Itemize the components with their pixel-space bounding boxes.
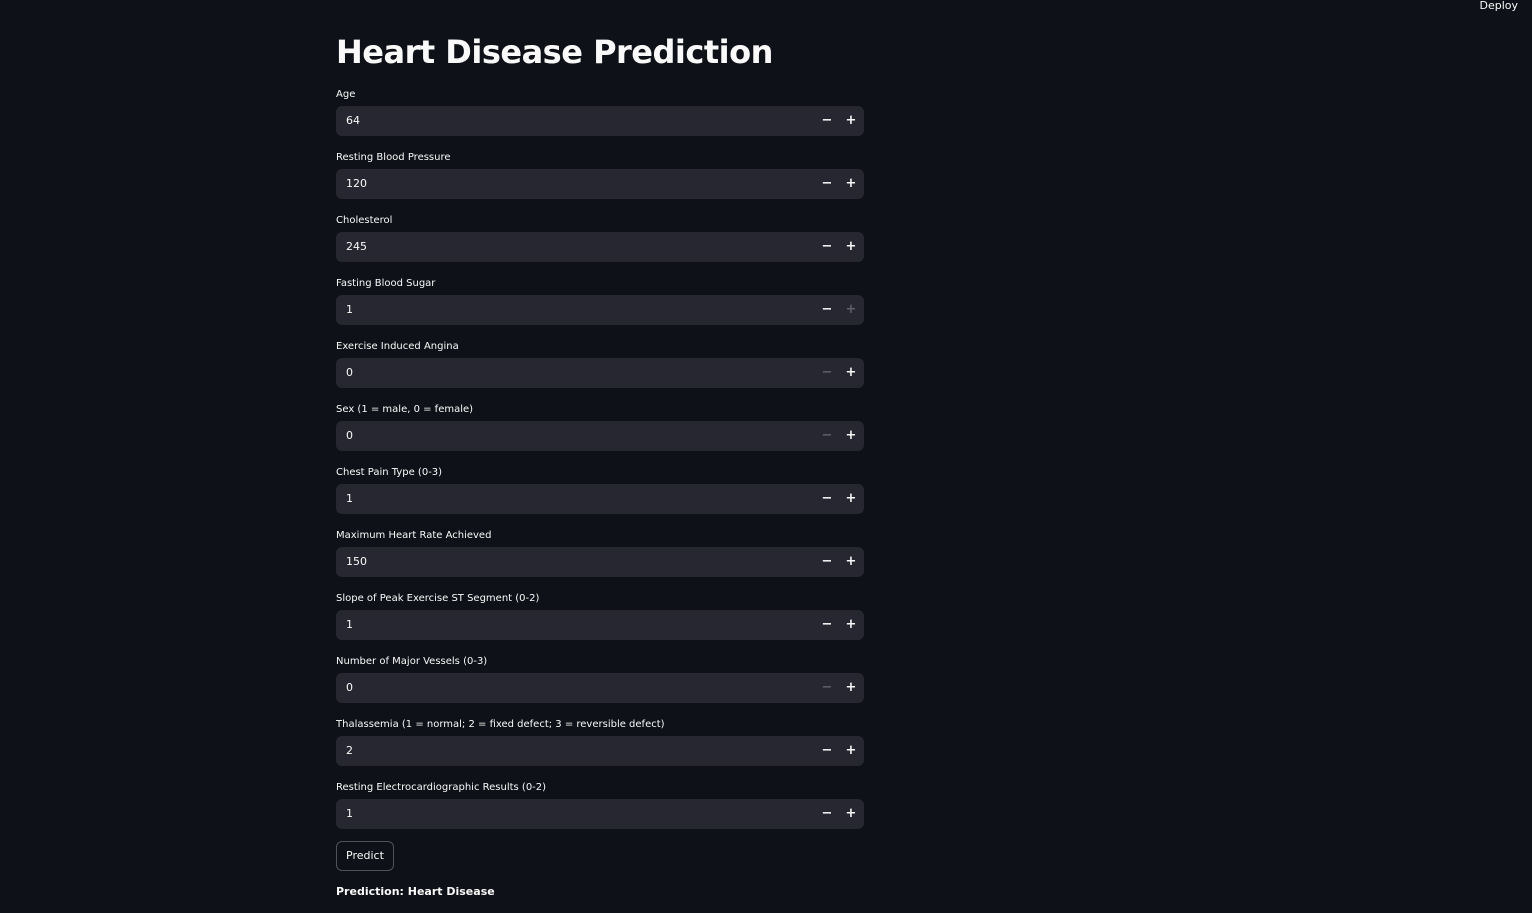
- field-label: Chest Pain Type (0-3): [336, 467, 443, 478]
- number-input[interactable]: 1 − +: [336, 484, 864, 514]
- predict-button[interactable]: Predict: [336, 841, 394, 871]
- number-input[interactable]: 1 − +: [336, 610, 864, 640]
- increment-button[interactable]: +: [839, 484, 863, 514]
- increment-button[interactable]: +: [839, 736, 863, 766]
- number-input[interactable]: 0 − +: [336, 421, 864, 451]
- decrement-button[interactable]: −: [815, 736, 839, 766]
- number-field: Resting Electrocardiographic Results (0-…: [336, 781, 864, 844]
- number-input-value[interactable]: 1: [346, 484, 353, 514]
- number-input[interactable]: 120 − +: [336, 169, 864, 199]
- prediction-result: Prediction: Heart Disease: [336, 885, 495, 898]
- number-input-value[interactable]: 1: [346, 610, 353, 640]
- increment-button[interactable]: +: [839, 547, 863, 577]
- number-input-value[interactable]: 64: [346, 106, 360, 136]
- field-label: Resting Blood Pressure: [336, 152, 451, 163]
- number-input[interactable]: 64 − +: [336, 106, 864, 136]
- decrement-button[interactable]: −: [815, 358, 839, 388]
- number-field: Chest Pain Type (0-3) 1 − +: [336, 466, 864, 529]
- number-input-value[interactable]: 0: [346, 358, 353, 388]
- page-title: Heart Disease Prediction: [336, 33, 773, 71]
- field-label: Exercise Induced Angina: [336, 341, 459, 352]
- decrement-button[interactable]: −: [815, 106, 839, 136]
- increment-button[interactable]: +: [839, 295, 863, 325]
- number-input-value[interactable]: 0: [346, 421, 353, 451]
- increment-button[interactable]: +: [839, 421, 863, 451]
- increment-button[interactable]: +: [839, 106, 863, 136]
- number-input-value[interactable]: 150: [346, 547, 367, 577]
- increment-button[interactable]: +: [839, 358, 863, 388]
- increment-button[interactable]: +: [839, 169, 863, 199]
- number-input[interactable]: 2 − +: [336, 736, 864, 766]
- number-input[interactable]: 150 − +: [336, 547, 864, 577]
- field-label: Slope of Peak Exercise ST Segment (0-2): [336, 593, 540, 604]
- field-label: Thalassemia (1 = normal; 2 = fixed defec…: [336, 719, 665, 730]
- field-label: Age: [336, 89, 356, 100]
- deploy-button[interactable]: Deploy: [1479, 0, 1518, 12]
- decrement-button[interactable]: −: [815, 421, 839, 451]
- decrement-button[interactable]: −: [815, 232, 839, 262]
- field-label: Resting Electrocardiographic Results (0-…: [336, 782, 547, 793]
- field-label: Cholesterol: [336, 215, 393, 226]
- number-input[interactable]: 0 − +: [336, 358, 864, 388]
- decrement-button[interactable]: −: [815, 673, 839, 703]
- number-field: Maximum Heart Rate Achieved 150 − +: [336, 529, 864, 592]
- number-input-value[interactable]: 2: [346, 736, 353, 766]
- number-input[interactable]: 245 − +: [336, 232, 864, 262]
- number-field: Number of Major Vessels (0-3) 0 − +: [336, 655, 864, 718]
- number-field: Slope of Peak Exercise ST Segment (0-2) 1…: [336, 592, 864, 655]
- number-input-value[interactable]: 245: [346, 232, 367, 262]
- decrement-button[interactable]: −: [815, 610, 839, 640]
- number-input-value[interactable]: 1: [346, 799, 353, 829]
- field-label: Number of Major Vessels (0-3): [336, 656, 488, 667]
- field-label: Maximum Heart Rate Achieved: [336, 530, 492, 541]
- number-input[interactable]: 1 − +: [336, 295, 864, 325]
- increment-button[interactable]: +: [839, 232, 863, 262]
- number-input-value[interactable]: 120: [346, 169, 367, 199]
- number-input[interactable]: 1 − +: [336, 799, 864, 829]
- number-input[interactable]: 0 − +: [336, 673, 864, 703]
- decrement-button[interactable]: −: [815, 799, 839, 829]
- number-field: Sex (1 = male, 0 = female) 0 − +: [336, 403, 864, 466]
- number-input-value[interactable]: 0: [346, 673, 353, 703]
- decrement-button[interactable]: −: [815, 169, 839, 199]
- number-field: Cholesterol 245 − +: [336, 214, 864, 277]
- field-label: Sex (1 = male, 0 = female): [336, 404, 474, 415]
- increment-button[interactable]: +: [839, 799, 863, 829]
- decrement-button[interactable]: −: [815, 295, 839, 325]
- number-field: Fasting Blood Sugar 1 − +: [336, 277, 864, 340]
- number-input-value[interactable]: 1: [346, 295, 353, 325]
- number-field: Exercise Induced Angina 0 − +: [336, 340, 864, 403]
- number-field: Resting Blood Pressure 120 − +: [336, 151, 864, 214]
- increment-button[interactable]: +: [839, 610, 863, 640]
- number-field: Age 64 − +: [336, 88, 864, 151]
- number-field: Thalassemia (1 = normal; 2 = fixed defec…: [336, 718, 864, 781]
- decrement-button[interactable]: −: [815, 484, 839, 514]
- decrement-button[interactable]: −: [815, 547, 839, 577]
- field-label: Fasting Blood Sugar: [336, 278, 436, 289]
- increment-button[interactable]: +: [839, 673, 863, 703]
